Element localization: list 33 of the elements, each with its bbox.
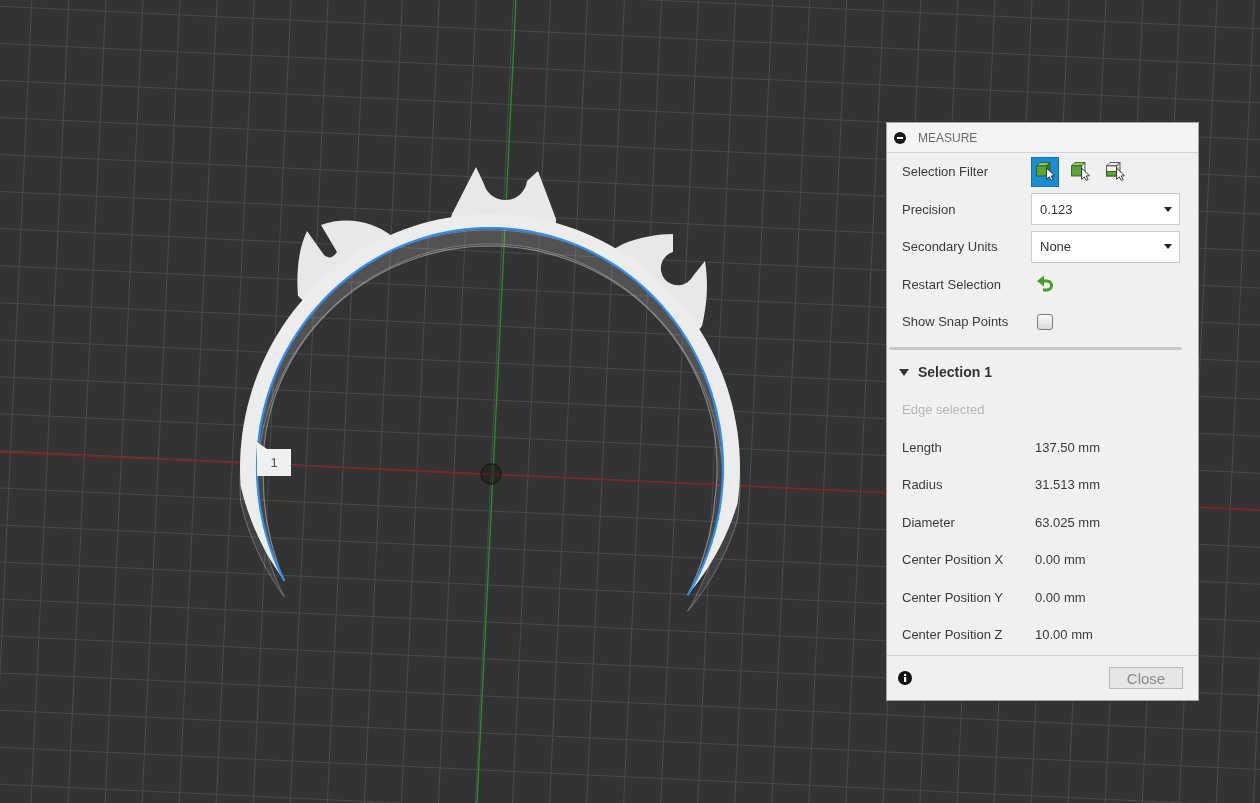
panel-title: MEASURE [918,130,978,145]
result-label: Center Position Z [902,627,1004,643]
info-icon[interactable] [898,671,912,685]
dropdown-field[interactable]: None [1031,230,1180,263]
setting-label: Secondary Units [902,239,999,255]
selection-filter-button[interactable] [1031,156,1059,187]
cube-cursor-icon [1070,162,1090,182]
result-label: Diameter [902,514,956,530]
setting-label: Restart Selection [902,276,1002,292]
result-value: 63.025 mm [1035,514,1102,530]
curved-arrow-icon[interactable] [1036,275,1054,294]
result-value: 10.00 mm [1035,627,1094,643]
result-value: 0.00 mm [1035,552,1087,568]
collapse-icon[interactable] [894,131,906,144]
caret-icon [1164,206,1172,212]
origin-marker-icon [480,463,502,485]
setting-label: Precision [902,201,957,217]
cube-cursor-icon [1035,162,1055,182]
result-label: Center Position X [902,552,1005,568]
dropdown-field[interactable]: 0.123 [1031,193,1180,226]
setting-label: Selection Filter [902,164,989,180]
section-toggle[interactable]: Selection 1 [887,353,992,391]
result-value: 137.50 mm [1035,439,1102,455]
caret-icon [1164,244,1172,250]
result-label: Center Position Y [902,589,1004,605]
result-label: Radius [902,477,944,493]
result-value: 0.00 mm [1035,589,1087,605]
result-label: Length [902,439,943,455]
result-value: 31.513 mm [1035,477,1102,493]
setting-label: Show Snap Points [902,314,1010,330]
cube-cursor-icon [1105,162,1125,182]
status-text: Edge selected [902,402,986,418]
checkbox[interactable] [1037,313,1053,330]
